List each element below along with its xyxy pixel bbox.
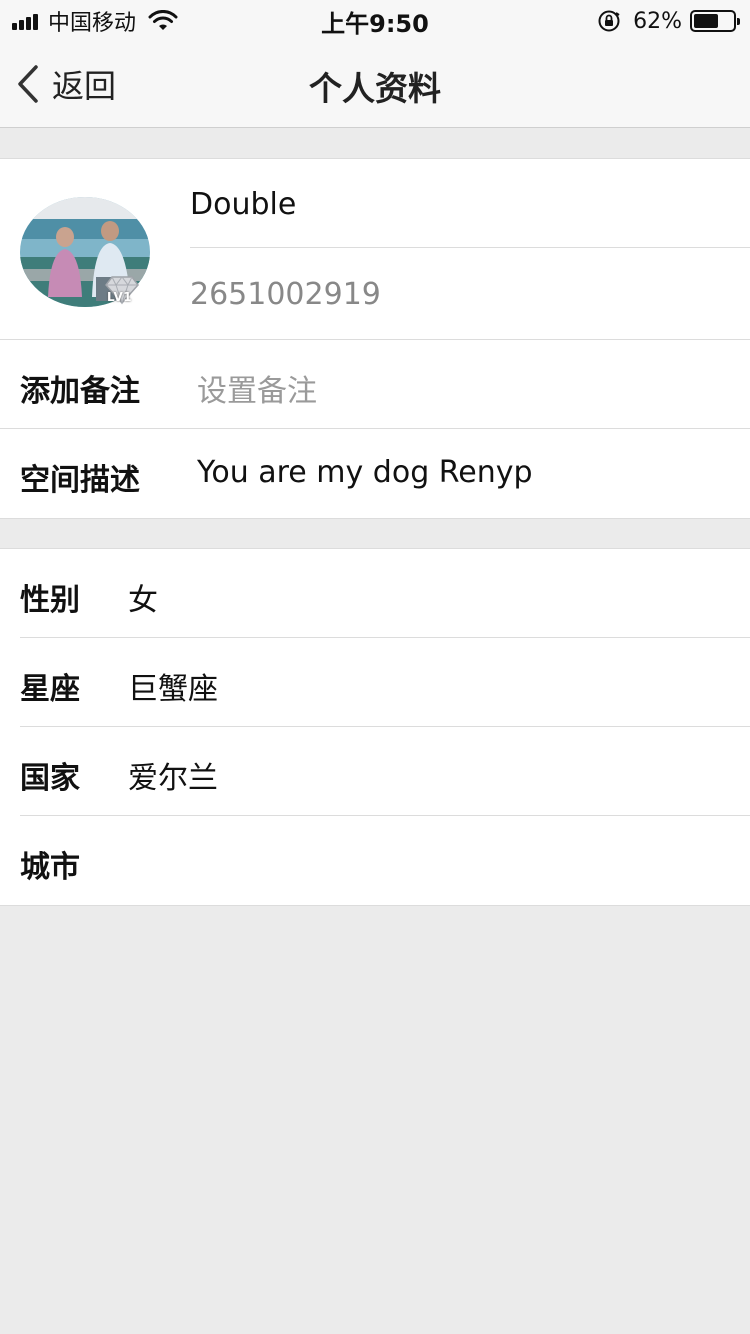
zodiac-value: 巨蟹座 <box>128 672 218 707</box>
rotation-lock-icon <box>598 10 620 32</box>
status-bar: 中国移动 上午9:50 62% <box>0 0 750 40</box>
gender-label: 性别 <box>20 583 80 618</box>
status-right: 62% <box>597 6 740 36</box>
profile-group: LV1 Double 2651002919 添加备注 设置备注 空间描述 You… <box>0 158 750 519</box>
space-description-label: 空间描述 <box>20 463 140 498</box>
space-description-row[interactable]: 空间描述 You are my dog Renyp <box>0 429 750 518</box>
battery-fill <box>694 14 718 28</box>
space-description-value: You are my dog Renyp <box>197 455 533 490</box>
profile-id: 2651002919 <box>190 277 381 312</box>
battery-percent: 62% <box>633 8 682 34</box>
remark-label: 添加备注 <box>20 374 140 409</box>
details-group: 性别 女 星座 巨蟹座 国家 爱尔兰 城市 <box>0 548 750 906</box>
divider <box>190 247 750 248</box>
profile-header: LV1 Double 2651002919 <box>0 159 750 340</box>
profile-name: Double <box>190 187 297 222</box>
remark-row[interactable]: 添加备注 设置备注 <box>0 340 750 429</box>
page-title: 个人资料 <box>309 69 441 108</box>
gender-value: 女 <box>128 583 158 618</box>
battery-icon <box>690 10 740 32</box>
country-label: 国家 <box>20 761 80 796</box>
remark-value: 设置备注 <box>197 374 317 409</box>
level-label: LV1 <box>107 290 133 304</box>
zodiac-row[interactable]: 星座 巨蟹座 <box>0 638 750 727</box>
gender-row[interactable]: 性别 女 <box>0 549 750 638</box>
zodiac-label: 星座 <box>20 672 80 707</box>
nav-bar: 返回 个人资料 <box>0 40 750 128</box>
country-row[interactable]: 国家 爱尔兰 <box>0 727 750 816</box>
city-row[interactable]: 城市 <box>0 816 750 905</box>
city-label: 城市 <box>20 850 80 885</box>
country-value: 爱尔兰 <box>128 761 218 796</box>
